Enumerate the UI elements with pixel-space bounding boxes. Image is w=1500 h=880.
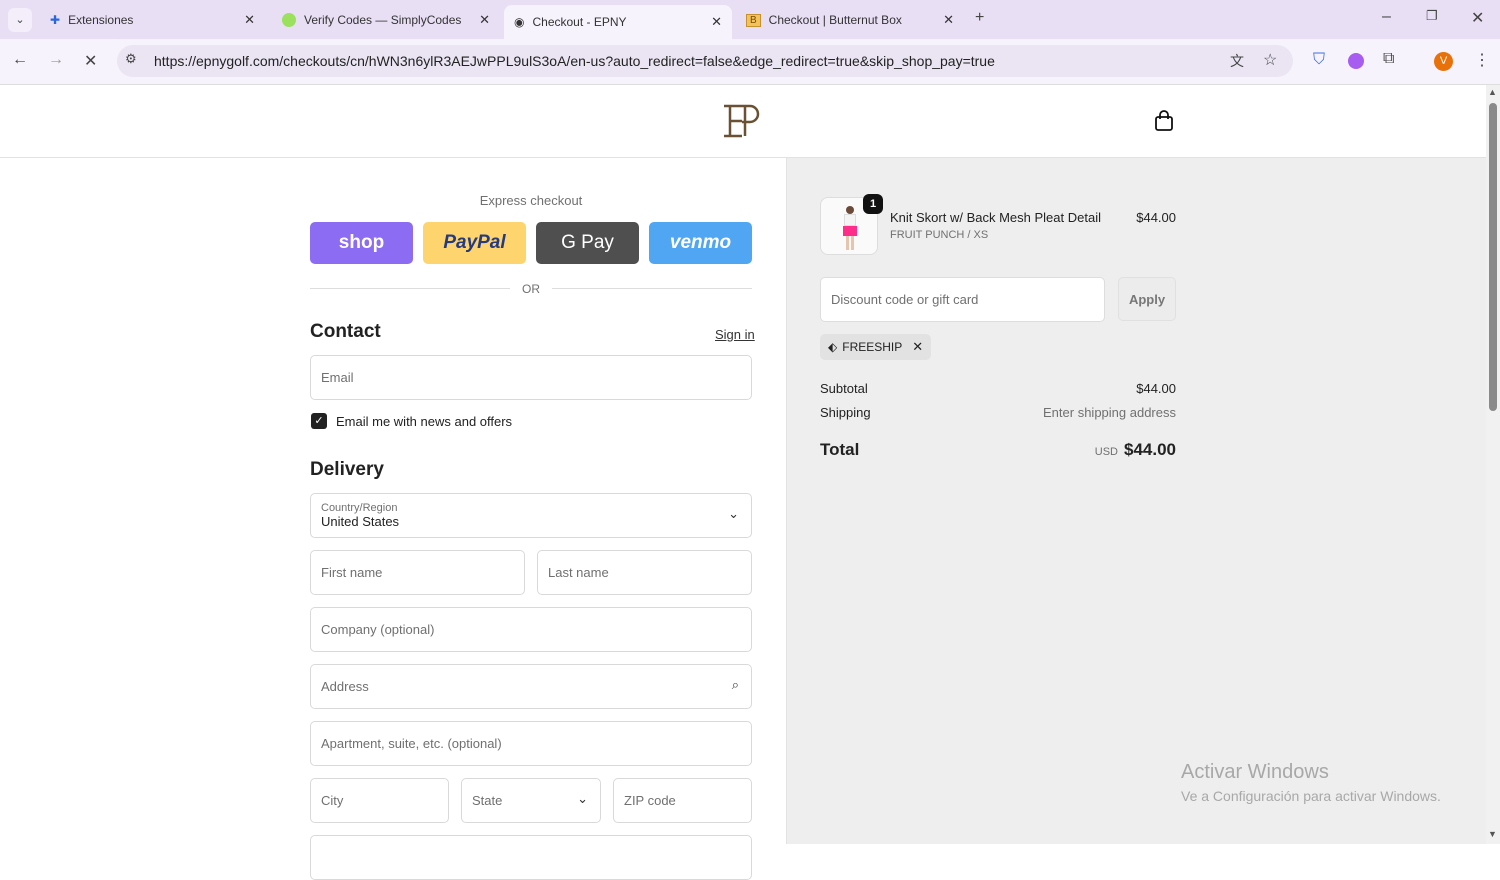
cart-bag-icon[interactable] xyxy=(1154,110,1174,132)
country-select[interactable]: Country/Region United States ⌄ xyxy=(310,493,752,538)
tab-simplycodes[interactable]: Verify Codes — SimplyCodes ✕ xyxy=(272,5,500,35)
bookmark-star-icon[interactable]: ☆ xyxy=(1263,50,1277,70)
subtotal-label: Subtotal xyxy=(820,381,868,396)
tag-icon: ⬖ xyxy=(828,340,838,354)
company-field[interactable]: Company (optional) xyxy=(310,607,752,652)
quantity-badge: 1 xyxy=(863,194,883,214)
chevron-down-icon: ⌄ xyxy=(577,791,588,806)
last-name-field[interactable]: Last name xyxy=(537,550,752,595)
translate-icon[interactable]: 文 xyxy=(1230,51,1244,71)
store-header xyxy=(0,85,1486,158)
extension-icon[interactable] xyxy=(1348,53,1364,69)
site-info-icon[interactable]: ⚙ xyxy=(125,51,137,67)
address-field[interactable]: Address ⌕ xyxy=(310,664,752,709)
country-value: United States xyxy=(321,514,400,529)
minimize-icon[interactable]: – xyxy=(1382,8,1391,26)
newsletter-label: Email me with news and offers xyxy=(336,414,513,429)
country-label: Country/Region xyxy=(321,502,398,514)
scroll-down-icon[interactable]: ▼ xyxy=(1488,829,1497,839)
close-tab-icon[interactable]: ✕ xyxy=(711,14,722,30)
total-label: Total xyxy=(820,440,860,459)
shipping-value: Enter shipping address xyxy=(1043,405,1176,420)
back-icon[interactable]: ← xyxy=(12,51,28,69)
tab-checkout-epny[interactable]: ◉ Checkout - EPNY ✕ xyxy=(504,5,732,39)
sign-in-link[interactable]: Sign in xyxy=(715,327,755,342)
city-field[interactable]: City xyxy=(310,778,449,823)
state-select[interactable]: State ⌄ xyxy=(461,778,601,823)
close-tab-icon[interactable]: ✕ xyxy=(479,12,490,28)
restore-icon[interactable]: ❐ xyxy=(1426,8,1438,24)
windows-watermark-subtitle: Ve a Configuración para activar Windows. xyxy=(1181,788,1441,804)
divider xyxy=(310,288,510,289)
first-name-field[interactable]: First name xyxy=(310,550,525,595)
shield-extension-icon[interactable]: ⛉ xyxy=(1313,51,1325,69)
currency: USD xyxy=(1094,446,1118,458)
close-tab-icon[interactable]: ✕ xyxy=(244,12,255,28)
windows-watermark-title: Activar Windows xyxy=(1181,761,1329,783)
extensions-puzzle-icon[interactable]: ⧉ xyxy=(1383,50,1394,68)
puzzle-icon: ✚ xyxy=(50,13,61,27)
or-separator: OR xyxy=(522,282,540,296)
chevron-down-icon: ⌄ xyxy=(728,506,739,521)
address-placeholder: Address xyxy=(321,679,369,694)
menu-icon[interactable]: ⋮ xyxy=(1474,50,1490,70)
state-placeholder: State xyxy=(472,793,503,808)
discount-code: FREESHIP xyxy=(842,340,903,354)
product-name: Knit Skort w/ Back Mesh Pleat Detail xyxy=(890,210,1101,225)
profile-avatar[interactable]: V xyxy=(1434,52,1453,71)
scrollbar-thumb[interactable] xyxy=(1489,103,1497,411)
tab-extensions[interactable]: ✚ Extensiones ✕ xyxy=(40,5,265,35)
search-icon: ⌕ xyxy=(731,677,739,692)
contact-heading: Contact xyxy=(310,321,381,342)
close-window-icon[interactable]: ✕ xyxy=(1471,8,1484,28)
delivery-heading: Delivery xyxy=(310,459,384,480)
total-value: $44.00 xyxy=(1124,440,1176,459)
email-field[interactable]: Email xyxy=(310,355,752,400)
apply-button[interactable]: Apply xyxy=(1118,277,1176,321)
epny-logo[interactable] xyxy=(721,103,765,139)
address-bar: ← → ✕ ⚙ https://epnygolf.com/checkouts/c… xyxy=(0,39,1500,85)
google-pay-button[interactable]: G Pay xyxy=(536,222,639,264)
paypal-button[interactable]: PayPal xyxy=(423,222,526,264)
divider xyxy=(552,288,752,289)
product-variant: FRUIT PUNCH / XS xyxy=(890,229,989,241)
shipping-label: Shipping xyxy=(820,405,871,420)
shop-pay-button[interactable]: shop xyxy=(310,222,413,264)
simplycodes-icon xyxy=(282,13,296,27)
epny-icon: ◉ xyxy=(514,15,525,29)
tab-bar: ⌄ ✚ Extensiones ✕ Verify Codes — SimplyCod… xyxy=(0,0,1500,39)
order-summary xyxy=(786,158,1486,844)
discount-code-input[interactable]: Discount code or gift card xyxy=(820,277,1105,322)
phone-field[interactable] xyxy=(310,835,752,880)
newsletter-checkbox[interactable]: ✓ xyxy=(311,413,327,429)
product-price: $44.00 xyxy=(1136,210,1176,225)
zip-field[interactable]: ZIP code xyxy=(613,778,752,823)
remove-discount-icon[interactable]: ✕ xyxy=(912,339,923,355)
tab-search-chevron-icon[interactable]: ⌄ xyxy=(8,8,32,32)
subtotal-value: $44.00 xyxy=(1136,381,1176,396)
forward-icon[interactable]: → xyxy=(48,51,64,69)
stop-loading-icon[interactable]: ✕ xyxy=(84,51,97,71)
tab-butternut[interactable]: B Checkout | Butternut Box ✕ xyxy=(736,5,964,35)
scroll-up-icon[interactable]: ▲ xyxy=(1488,87,1497,97)
scrollbar[interactable]: ▲ ▼ xyxy=(1486,85,1500,844)
url-field[interactable]: ⚙ https://epnygolf.com/checkouts/cn/hWN3… xyxy=(117,45,1293,77)
close-tab-icon[interactable]: ✕ xyxy=(943,12,954,28)
venmo-button[interactable]: venmo xyxy=(649,222,752,264)
discount-tag: ⬖ FREESHIP ✕ xyxy=(820,334,932,360)
new-tab-icon[interactable]: + xyxy=(975,9,984,27)
apartment-field[interactable]: Apartment, suite, etc. (optional) xyxy=(310,721,752,766)
butternut-icon: B xyxy=(746,13,761,27)
